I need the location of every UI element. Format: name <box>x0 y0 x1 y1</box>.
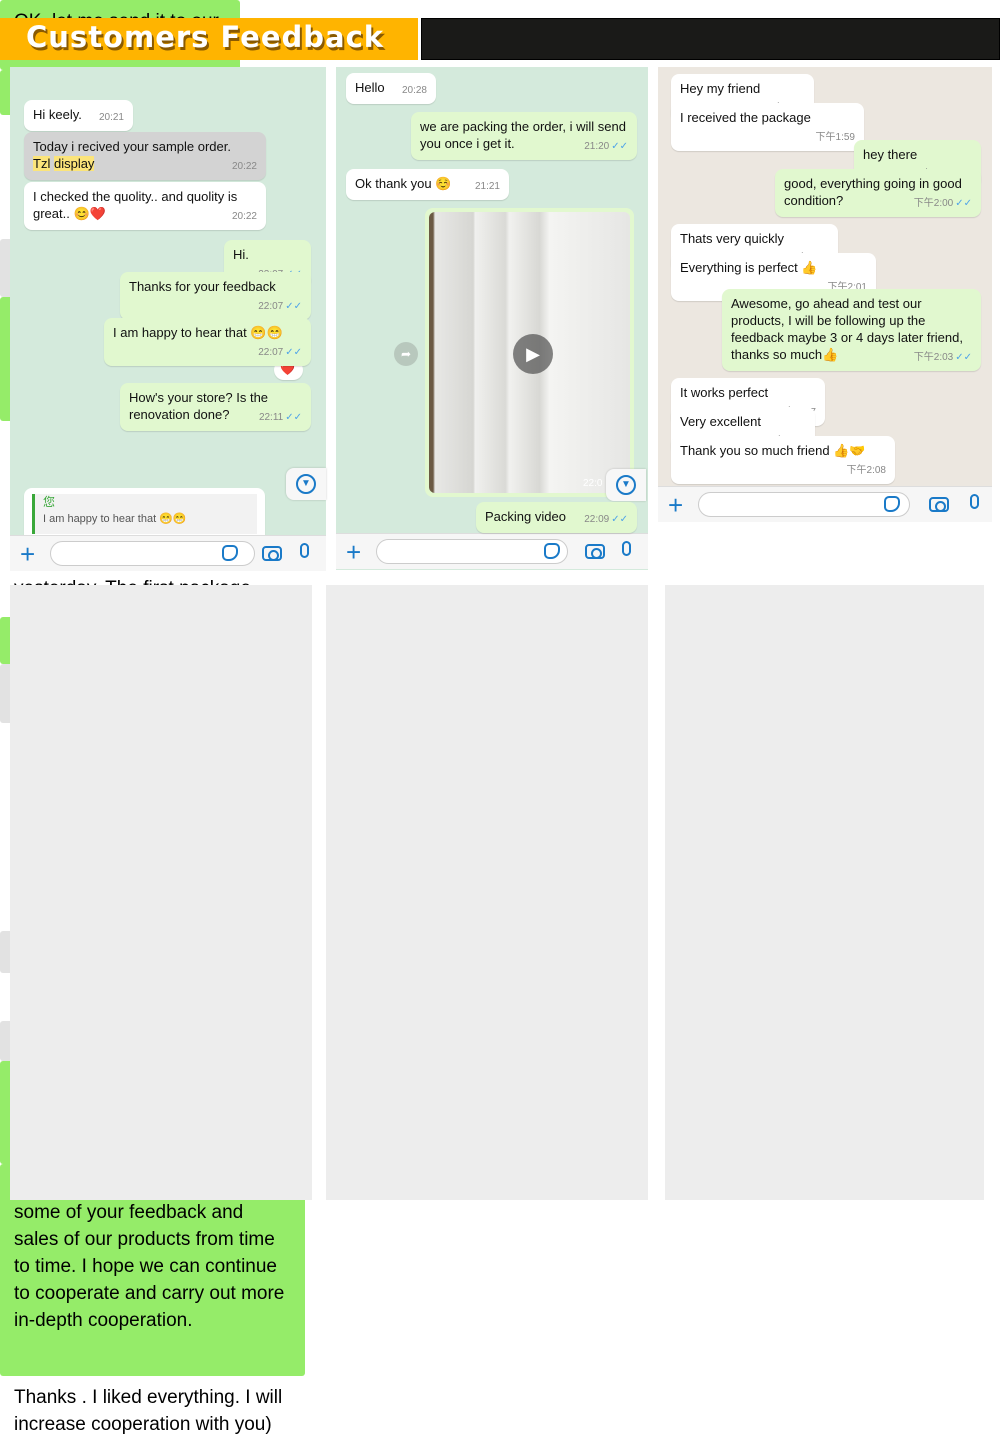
message-sent: we are packing the order, i will send yo… <box>411 112 637 160</box>
read-receipt-icon: ✓✓ <box>285 412 302 423</box>
highlighted-text: display <box>53 156 95 171</box>
message-text: Hi. <box>233 247 249 262</box>
video-message[interactable]: ▶ 22:0 <box>425 208 634 497</box>
page-title: Customers Feedback <box>26 20 385 54</box>
message-received: Ok thank you ☺️ 21:21 <box>346 169 509 200</box>
chat-panel-5 <box>326 585 648 1200</box>
plus-icon[interactable]: + <box>20 539 35 570</box>
message-text: I checked the quolity.. and quolity is g… <box>33 189 238 221</box>
read-receipt-icon: ✓✓ <box>611 141 628 152</box>
message-text: Everything is perfect 👍 <box>680 260 818 275</box>
chat-panel-4 <box>10 585 312 1200</box>
message-input[interactable] <box>698 492 910 517</box>
plus-icon[interactable]: + <box>668 490 683 521</box>
forward-icon[interactable]: ➦ <box>394 342 418 366</box>
message-text: Ok thank you ☺️ <box>355 176 452 191</box>
message-sent: Packing video 22:09 ✓✓ <box>476 502 637 533</box>
scroll-down-button[interactable]: ▼ <box>606 469 646 501</box>
read-receipt-icon: ✓✓ <box>285 347 302 358</box>
message-time: 20:22 <box>231 211 257 222</box>
message-time: 下午2:03 ✓✓ <box>913 352 972 363</box>
message-received: Today i recived your sample order. Tzl di… <box>24 132 266 180</box>
message-time: 22:07✓✓ <box>258 301 302 312</box>
message-received: Thanks . I liked everything. I will incr… <box>0 1376 307 1450</box>
camera-icon[interactable] <box>262 546 282 561</box>
message-text: Hey my friend <box>680 81 761 96</box>
chevron-down-icon: ▼ <box>616 475 636 495</box>
message-text: Thanks . I liked everything. I will incr… <box>14 1387 283 1435</box>
message-text: I am happy to hear that 😁😁 <box>113 325 283 340</box>
chat-panel-6 <box>665 585 984 1200</box>
message-text: Very excellent <box>680 414 761 429</box>
input-bar: + <box>336 533 648 569</box>
message-received: I received the package 下午1:59 <box>671 103 864 151</box>
message-text: Hello <box>355 80 385 95</box>
message-sent: How's your store? Is the renovation done… <box>120 383 311 431</box>
read-receipt-icon: ✓✓ <box>611 514 628 525</box>
read-receipt-icon: ✓✓ <box>955 198 972 209</box>
message-sent: Thanks for your feedback 22:07 ✓✓ <box>120 272 311 320</box>
reply-author: 您 <box>43 495 56 509</box>
message-text: Thank you so much friend 👍🤝 <box>680 443 866 458</box>
microphone-icon[interactable] <box>622 541 631 556</box>
message-sent: good, everything going in good condition… <box>775 169 981 217</box>
microphone-icon[interactable] <box>300 543 309 558</box>
camera-icon[interactable] <box>585 544 605 559</box>
message-text: Thats very quickly <box>680 231 785 246</box>
message-text: It works perfect <box>680 385 769 400</box>
message-time: 下午1:59 <box>815 132 855 143</box>
message-time: 20:22 <box>231 161 257 172</box>
message-input[interactable] <box>376 539 568 564</box>
camera-icon[interactable] <box>929 497 949 512</box>
read-receipt-icon: ✓✓ <box>285 301 302 312</box>
message-time: 下午2:00✓✓ <box>913 198 972 209</box>
message-received: I checked the quolity.. and quolity is g… <box>24 182 266 230</box>
message-time: 下午2:08 <box>846 465 886 476</box>
message-sent: Awesome, go ahead and test our products,… <box>722 289 981 371</box>
reply-text: I am happy to hear that 😁😁 <box>43 513 187 525</box>
input-bar: + <box>658 486 992 522</box>
message-time: 22:07✓✓ <box>258 347 302 358</box>
plus-icon[interactable]: + <box>346 537 361 568</box>
message-received: Hi keely. 20:21 <box>24 100 133 131</box>
message-time: 22:11 ✓✓ <box>258 412 302 423</box>
reply-preview: 您 I am happy to hear that 😁😁 <box>24 488 265 535</box>
microphone-icon[interactable] <box>970 494 979 509</box>
message-time: 21:21 <box>474 181 500 192</box>
scroll-down-button[interactable]: ▼ <box>286 468 326 500</box>
play-icon[interactable]: ▶ <box>513 334 553 374</box>
message-time: 22:09 ✓✓ <box>584 514 628 525</box>
message-time: 20:21 <box>98 112 124 123</box>
message-text: Thanks for your feedback <box>129 279 276 294</box>
message-text: Hi keely. <box>33 107 82 122</box>
chevron-down-icon: ▼ <box>296 474 316 494</box>
header-dark-bar <box>421 18 1000 60</box>
message-time: 20:28 <box>401 85 427 96</box>
message-received: Hello 20:28 <box>346 73 436 104</box>
message-text: I received the package <box>680 110 811 125</box>
message-time: 21:20 ✓✓ <box>584 141 628 152</box>
message-text: Today i recived your sample order. <box>33 139 231 154</box>
read-receipt-icon: ✓✓ <box>955 352 972 363</box>
video-timestamp: 22:0 <box>583 478 603 489</box>
message-text: hey there <box>863 147 918 162</box>
message-text: Packing video <box>485 509 566 524</box>
message-text: How's your store? Is the renovation done… <box>129 390 269 422</box>
input-bar: + <box>10 535 326 571</box>
message-sent: I am happy to hear that 😁😁 22:07 ✓✓ <box>104 318 311 366</box>
message-received: Thank you so much friend 👍🤝 下午2:08 <box>671 436 895 484</box>
highlighted-text: Tzl <box>33 156 51 171</box>
